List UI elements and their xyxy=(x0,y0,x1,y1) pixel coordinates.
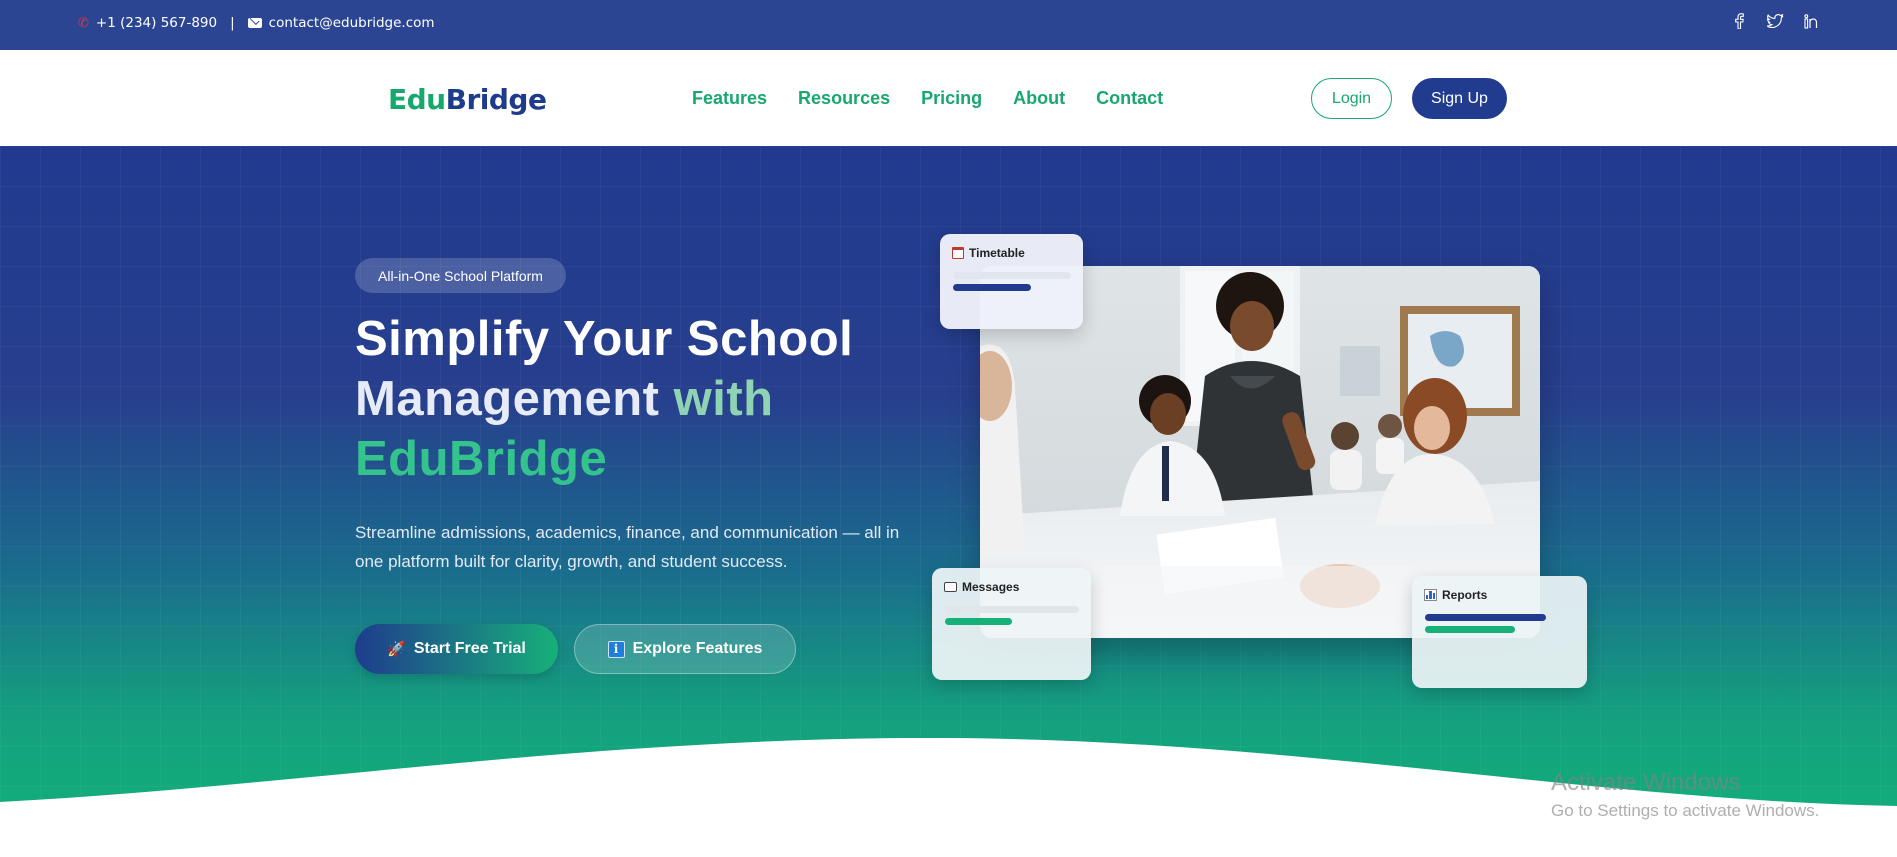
top-contact-bar: ✆ +1 (234) 567-890 | contact@edubridge.c… xyxy=(0,0,1897,50)
facebook-icon[interactable] xyxy=(1730,12,1748,30)
contact-separator: | xyxy=(230,15,235,31)
hero-section: All-in-One School Platform Simplify Your… xyxy=(0,146,1897,857)
social-links xyxy=(1730,12,1820,30)
main-navbar: EduBridge Features Resources Pricing Abo… xyxy=(0,50,1897,146)
nav-link-resources[interactable]: Resources xyxy=(798,88,890,109)
signup-button[interactable]: Sign Up xyxy=(1412,78,1507,119)
login-button[interactable]: Login xyxy=(1311,78,1392,119)
phone-number[interactable]: +1 (234) 567-890 xyxy=(96,15,217,31)
nav-link-about[interactable]: About xyxy=(1013,88,1065,109)
twitter-icon[interactable] xyxy=(1766,12,1784,30)
contact-info: ✆ +1 (234) 567-890 | contact@edubridge.c… xyxy=(78,0,435,46)
logo-part-bridge: Bridge xyxy=(445,83,547,116)
nav-link-contact[interactable]: Contact xyxy=(1096,88,1163,109)
watermark-line-1: Activate Windows xyxy=(1551,769,1741,796)
hero-bottom-wave xyxy=(0,737,1897,857)
email-address[interactable]: contact@edubridge.com xyxy=(269,15,435,31)
windows-activation-watermark: Activate Windows Go to Settings to activ… xyxy=(1551,769,1819,821)
phone-icon: ✆ xyxy=(78,15,89,31)
nav-links: Features Resources Pricing About Contact xyxy=(692,88,1163,109)
linkedin-icon[interactable] xyxy=(1802,12,1820,30)
mail-icon xyxy=(247,18,262,28)
brand-logo[interactable]: EduBridge xyxy=(388,83,547,116)
logo-part-edu: Edu xyxy=(388,83,446,116)
watermark-line-2: Go to Settings to activate Windows. xyxy=(1551,801,1820,820)
nav-link-pricing[interactable]: Pricing xyxy=(921,88,982,109)
nav-link-features[interactable]: Features xyxy=(692,88,767,109)
